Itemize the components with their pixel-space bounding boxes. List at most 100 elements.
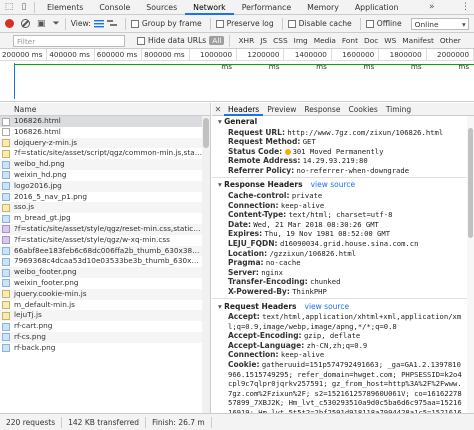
request-name: weixin_footer.png xyxy=(14,277,79,287)
request-headers-section-header[interactable]: Request Headers view source xyxy=(212,301,474,313)
tab-sources[interactable]: Sources xyxy=(138,0,185,15)
request-row[interactable]: logo2016.jpg xyxy=(0,180,202,192)
request-row[interactable]: rf-cs.png xyxy=(0,331,202,343)
tab-performance[interactable]: Performance xyxy=(234,0,299,15)
general-section-header[interactable]: General xyxy=(212,116,474,128)
device-toolbar-icon[interactable]: ▯ xyxy=(18,1,30,13)
request-row[interactable]: dojquery-z-min.js xyxy=(0,137,202,149)
hide-data-urls-checkbox[interactable] xyxy=(137,36,145,45)
request-row[interactable]: 106826.html xyxy=(0,127,202,138)
request-detail-panel: ✕ Headers Preview Response Cookies Timin… xyxy=(212,103,474,413)
overview-icon[interactable] xyxy=(106,19,117,28)
scrollbar-thumb[interactable] xyxy=(203,118,209,148)
tab-timing[interactable]: Timing xyxy=(382,103,415,116)
filter-type-doc[interactable]: Doc xyxy=(361,36,381,45)
header-row: Accept-Language: zh-CN,zh;q=0.9 xyxy=(212,341,464,351)
capture-screenshots-icon[interactable]: ▣ xyxy=(37,19,46,29)
more-tabs-icon[interactable]: » xyxy=(429,2,435,12)
request-row[interactable]: 2016_5_nav_p1.png xyxy=(0,192,202,203)
header-value: keep-alive xyxy=(280,350,325,360)
request-row[interactable]: ?f=static/site/asset/style/qgz/reset-min… xyxy=(0,223,202,235)
request-row[interactable]: weibo_hd.png xyxy=(0,159,202,170)
filter-type-xhr[interactable]: XHR xyxy=(235,36,257,45)
divider xyxy=(281,17,283,30)
file-type-icon xyxy=(2,311,10,320)
preserve-log-checkbox[interactable] xyxy=(215,19,224,28)
filter-type-all[interactable]: All xyxy=(209,36,225,45)
request-row[interactable]: m_bread_gt.jpg xyxy=(0,213,202,224)
filter-type-other[interactable]: Other xyxy=(437,36,464,45)
request-row[interactable]: lejuTj.js xyxy=(0,310,202,322)
tab-preview[interactable]: Preview xyxy=(263,103,300,116)
detail-scrollbar[interactable] xyxy=(467,116,474,413)
file-type-icon xyxy=(2,236,10,245)
request-row[interactable]: ?f=static/site/asset/script/qgz/common-m… xyxy=(0,148,202,159)
tab-response[interactable]: Response xyxy=(300,103,344,116)
offline-checkbox[interactable] xyxy=(365,19,374,28)
request-row[interactable]: 7969368c4dcaa53d10e03533be3b_thumb_630x3… xyxy=(0,256,202,267)
tab-network[interactable]: Network xyxy=(185,0,234,15)
timeline-tick: 1600000 ms xyxy=(332,49,380,71)
timeline-overview[interactable]: 200000 ms 400000 ms 600000 ms 800000 ms 1000… xyxy=(0,49,474,102)
tab-application[interactable]: Application xyxy=(347,0,407,15)
tab-headers[interactable]: Headers xyxy=(224,103,264,116)
request-name: weibo_footer.png xyxy=(14,267,77,277)
header-key: Remote Address: xyxy=(228,156,301,166)
inspect-element-icon[interactable]: ⬚ xyxy=(3,1,15,13)
header-row: Date: Wed, 21 Mar 2018 08:30:26 GMT xyxy=(212,220,464,230)
request-row[interactable]: sso.js xyxy=(0,202,202,214)
header-key: X-Powered-By: xyxy=(228,286,290,296)
header-key: Server: xyxy=(228,267,259,277)
timeline-tick: 400000 ms xyxy=(47,49,95,60)
response-headers-section-header[interactable]: Response Headers view source xyxy=(212,179,474,191)
large-rows-icon[interactable] xyxy=(93,19,104,28)
general-title: General xyxy=(224,117,258,126)
view-source-link[interactable]: view source xyxy=(311,180,356,189)
filter-bar: Filter Hide data URLs All XHR JS CSS Img… xyxy=(0,33,474,49)
request-row[interactable]: m_default-min.js xyxy=(0,300,202,311)
tab-memory[interactable]: Memory xyxy=(299,0,347,15)
request-list-scrollbar[interactable] xyxy=(202,116,210,413)
header-value: 14.29.93.219:80 xyxy=(302,156,368,166)
tab-console[interactable]: Console xyxy=(91,0,138,15)
file-type-icon xyxy=(2,139,10,148)
filter-type-media[interactable]: Media xyxy=(311,36,339,45)
tab-elements[interactable]: Elements xyxy=(39,0,91,15)
filter-icon[interactable]: ⏷ xyxy=(53,19,60,29)
clear-icon[interactable] xyxy=(21,19,30,28)
request-row[interactable]: jquery.cookie-min.js xyxy=(0,288,202,300)
throttling-select[interactable]: Online xyxy=(410,17,469,30)
view-source-link[interactable]: view source xyxy=(305,302,350,311)
kebab-menu-icon[interactable]: ⋮ xyxy=(461,2,470,12)
group-by-frame-checkbox[interactable] xyxy=(130,19,139,28)
request-row[interactable]: rf-cart.png xyxy=(0,321,202,332)
filter-input[interactable]: Filter xyxy=(13,34,125,47)
tab-cookies[interactable]: Cookies xyxy=(344,103,381,116)
disable-cache-checkbox[interactable] xyxy=(287,19,296,28)
file-type-icon xyxy=(2,257,10,266)
file-type-icon xyxy=(2,301,10,310)
scrollbar-thumb[interactable] xyxy=(468,128,473,238)
request-row[interactable]: 66abf8ee183feb6c68dc006ffa2b_thumb_630x3… xyxy=(0,245,202,257)
request-row[interactable]: weixin_footer.png xyxy=(0,278,202,289)
filter-type-css[interactable]: CSS xyxy=(270,36,291,45)
request-row[interactable]: ?f=static/site/asset/style/qgz/w-xq-min.… xyxy=(0,235,202,246)
filter-type-manifest[interactable]: Manifest xyxy=(399,36,437,45)
file-type-icon xyxy=(2,182,10,191)
filter-type-ws[interactable]: WS xyxy=(381,36,399,45)
request-row[interactable]: weixin_hd.png xyxy=(0,170,202,181)
hide-data-urls-label: Hide data URLs xyxy=(148,36,207,45)
request-row[interactable]: 106826.html xyxy=(0,116,202,127)
record-icon[interactable] xyxy=(5,19,14,28)
header-key: Connection: xyxy=(228,200,279,210)
filter-type-img[interactable]: Img xyxy=(291,36,311,45)
request-row[interactable]: rf-back.png xyxy=(0,343,202,354)
request-row[interactable]: weibo_footer.png xyxy=(0,267,202,278)
filter-type-font[interactable]: Font xyxy=(339,36,361,45)
file-type-icon xyxy=(2,117,10,126)
name-column-header[interactable]: Name xyxy=(0,103,210,116)
request-rows: 106826.html 106826.html dojquery-z-min.js?… xyxy=(0,116,210,354)
filter-type-js[interactable]: JS xyxy=(257,36,270,45)
header-key: Status Code: xyxy=(228,146,283,156)
close-icon[interactable]: ✕ xyxy=(212,105,224,114)
